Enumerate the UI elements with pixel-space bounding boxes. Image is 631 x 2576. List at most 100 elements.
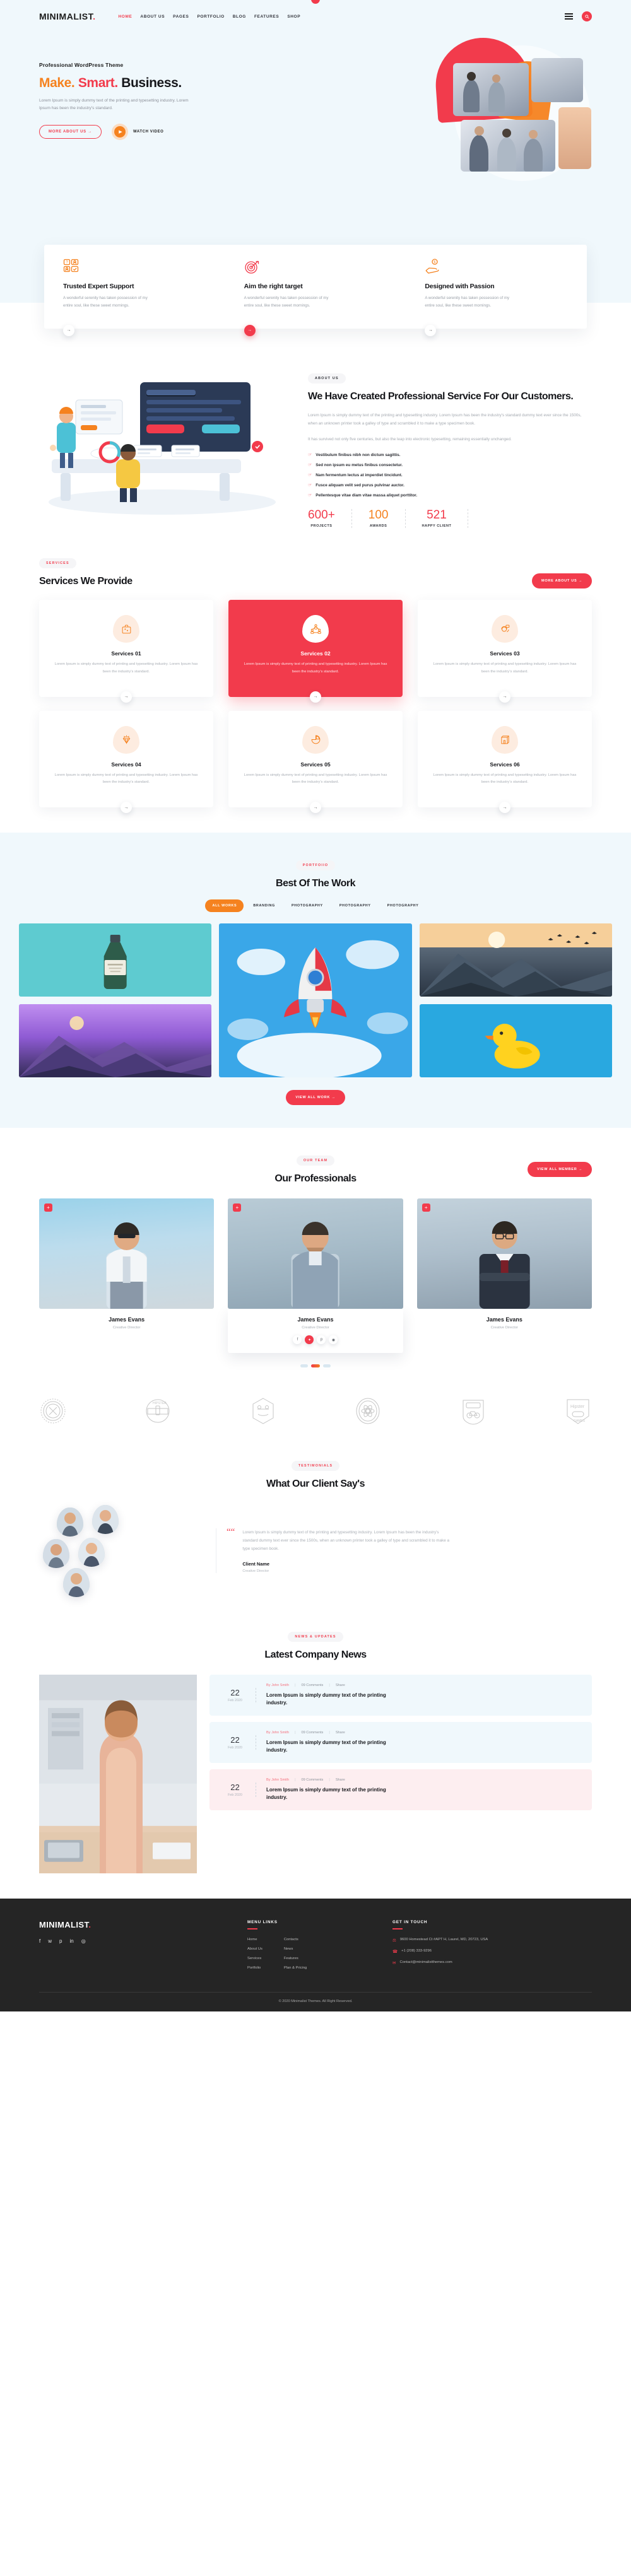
news-post-title[interactable]: Lorem Ipsum is simply dummy text of the …: [266, 1786, 392, 1801]
nav-item-features[interactable]: FEATURES: [254, 15, 279, 19]
footer-link[interactable]: About Us: [247, 1947, 262, 1951]
footer-link[interactable]: Portfolio: [247, 1966, 262, 1970]
footer-link[interactable]: Features: [284, 1957, 307, 1960]
linkedin-icon[interactable]: in: [69, 1938, 73, 1944]
twitter-icon[interactable]: ✦: [305, 1335, 314, 1345]
instagram-icon[interactable]: ◎: [81, 1938, 86, 1944]
news-post-share[interactable]: Share: [336, 1683, 345, 1687]
news-post-comments[interactable]: 09 Comments: [302, 1778, 324, 1782]
news-post-title[interactable]: Lorem Ipsum is simply dummy text of the …: [266, 1739, 392, 1754]
about-illustration: [39, 365, 292, 522]
avatar-1[interactable]: [57, 1507, 83, 1537]
team-member-name: James Evans: [486, 1316, 522, 1323]
news-post-comments[interactable]: 09 Comments: [302, 1683, 324, 1687]
add-member-icon[interactable]: +: [233, 1203, 242, 1212]
header-actions: [565, 11, 592, 21]
news-post-author[interactable]: By John Smith: [266, 1778, 289, 1782]
site-logo[interactable]: MINIMALIST.: [39, 11, 96, 21]
nav-item-portfolio[interactable]: PORTFOLIO: [197, 15, 224, 19]
arrow-right-icon[interactable]: →: [499, 802, 510, 814]
filter-branding[interactable]: BRANDING: [246, 899, 282, 912]
footer-link[interactable]: Home: [247, 1938, 262, 1941]
portfolio-tag: PORTFOIIO: [295, 860, 336, 871]
facebook-icon[interactable]: f: [293, 1335, 302, 1345]
nav-item-blog[interactable]: BLOG: [233, 15, 246, 19]
carousel-dot-active[interactable]: [311, 1364, 320, 1368]
avatar-4[interactable]: [78, 1537, 105, 1567]
arrow-right-icon[interactable]: →: [244, 324, 256, 336]
carousel-dot[interactable]: [300, 1364, 308, 1368]
view-all-member-button[interactable]: VIEW ALL MEMBER →: [528, 1162, 592, 1178]
avatar-5[interactable]: [63, 1567, 90, 1597]
service-card[interactable]: Services 05 Lorem Ipsum is simply dummy …: [228, 710, 403, 814]
twitter-icon[interactable]: w: [48, 1938, 52, 1944]
footer-contact-email[interactable]: ✉ Contact@minimalistthemes.com: [392, 1960, 538, 1965]
filter-photography-3[interactable]: PHOTOGRAPHY: [380, 899, 426, 912]
filter-photography-1[interactable]: PHOTOGRAPHY: [285, 899, 330, 912]
news-post[interactable]: 22 Feb 2020 By John Smith | 09 Comments …: [209, 1674, 592, 1716]
avatar-2[interactable]: [92, 1504, 119, 1534]
feature-item: Aim the right target A wonderful serenit…: [225, 259, 406, 336]
footer-link[interactable]: Plan & Pricing: [284, 1966, 307, 1970]
pie-chart-icon: [302, 725, 329, 754]
portfolio-item-rubber-duck[interactable]: [419, 1004, 612, 1078]
filter-photography-2[interactable]: PHOTOGRAPHY: [333, 899, 378, 912]
footer-copyright: © 2020 Minimalist Themes. All Right Rese…: [39, 1991, 592, 2011]
nav-item-shop[interactable]: SHOP: [287, 15, 300, 19]
footer-link[interactable]: News: [284, 1947, 307, 1951]
service-card[interactable]: Services 03 Lorem Ipsum is simply dummy …: [418, 600, 592, 703]
portfolio-item-purple-mountain[interactable]: [19, 1004, 212, 1078]
service-card[interactable]: Services 02 Lorem Ipsum is simply dummy …: [228, 600, 403, 703]
nav-item-home[interactable]: HOME: [119, 15, 133, 19]
facebook-icon[interactable]: f: [39, 1938, 40, 1944]
view-all-work-button[interactable]: VIEW ALL WORK →: [286, 1090, 345, 1106]
news-post-share[interactable]: Share: [336, 1778, 345, 1782]
arrow-right-icon[interactable]: →: [121, 691, 132, 703]
arrow-right-icon[interactable]: →: [63, 324, 74, 336]
footer-contact-phone[interactable]: ☎ +1 (208) 333-9296: [392, 1949, 538, 1954]
avatar-3[interactable]: [43, 1538, 69, 1568]
footer-logo[interactable]: MINIMALIST.: [39, 1920, 247, 1929]
arrow-right-icon[interactable]: →: [310, 802, 321, 814]
watch-video-button[interactable]: ▶ WATCH VIDEO: [111, 124, 164, 141]
portfolio-item-mountain-sunset[interactable]: [419, 923, 612, 997]
svg-text:HIPSTER: HIPSTER: [153, 1402, 167, 1405]
footer-link[interactable]: Contacts: [284, 1938, 307, 1941]
news-post[interactable]: 22 Feb 2020 By John Smith | 09 Comments …: [209, 1769, 592, 1810]
news-post[interactable]: 22 Feb 2020 By John Smith | 09 Comments …: [209, 1721, 592, 1763]
carousel-dot[interactable]: [323, 1364, 331, 1368]
services-cta-button[interactable]: MORE ABOUT US →: [532, 573, 592, 589]
service-card[interactable]: Services 04 Lorem Ipsum is simply dummy …: [39, 710, 213, 814]
news-post-date: 22 Feb 2020: [221, 1687, 256, 1702]
news-post-title[interactable]: Lorem Ipsum is simply dummy text of the …: [266, 1692, 392, 1707]
add-member-icon[interactable]: +: [422, 1203, 430, 1212]
news-post-author[interactable]: By John Smith: [266, 1731, 289, 1735]
service-card[interactable]: Services 06 Lorem Ipsum is simply dummy …: [418, 710, 592, 814]
news-post-author[interactable]: By John Smith: [266, 1683, 289, 1687]
more-about-us-button[interactable]: MORE ABOUT US →: [39, 125, 102, 139]
pinterest-icon[interactable]: p: [317, 1335, 326, 1345]
arrow-right-icon[interactable]: →: [310, 691, 321, 703]
news-post-comments[interactable]: 09 Comments: [302, 1731, 324, 1735]
filter-all-works[interactable]: ALL WORKS: [205, 899, 244, 913]
arrow-right-icon[interactable]: →: [121, 802, 132, 814]
news-post-day: 22: [230, 1735, 240, 1745]
hero-copy: Professional WordPress Theme Make. Smart…: [39, 50, 254, 141]
portfolio-grid: [19, 923, 612, 1078]
pinterest-icon[interactable]: p: [59, 1938, 62, 1944]
service-card[interactable]: Services 01 Lorem Ipsum is simply dummy …: [39, 600, 213, 703]
nav-item-about-us[interactable]: ABOUT US: [140, 15, 165, 19]
arrow-right-icon[interactable]: →: [425, 324, 437, 336]
add-member-icon[interactable]: +: [44, 1203, 52, 1212]
hero-eyebrow: Professional WordPress Theme: [39, 62, 124, 68]
portfolio-item-rocket[interactable]: [219, 923, 412, 1078]
footer-link[interactable]: Services: [247, 1957, 262, 1960]
instagram-icon[interactable]: ◉: [329, 1335, 338, 1345]
hero-buttons: MORE ABOUT US → ▶ WATCH VIDEO: [39, 124, 254, 141]
nav-item-pages[interactable]: PAGES: [173, 15, 189, 19]
news-post-share[interactable]: Share: [336, 1731, 345, 1735]
arrow-right-icon[interactable]: →: [499, 691, 510, 703]
portfolio-item-bottle[interactable]: [19, 923, 212, 997]
hamburger-icon[interactable]: [565, 13, 573, 20]
search-icon[interactable]: [582, 11, 592, 21]
